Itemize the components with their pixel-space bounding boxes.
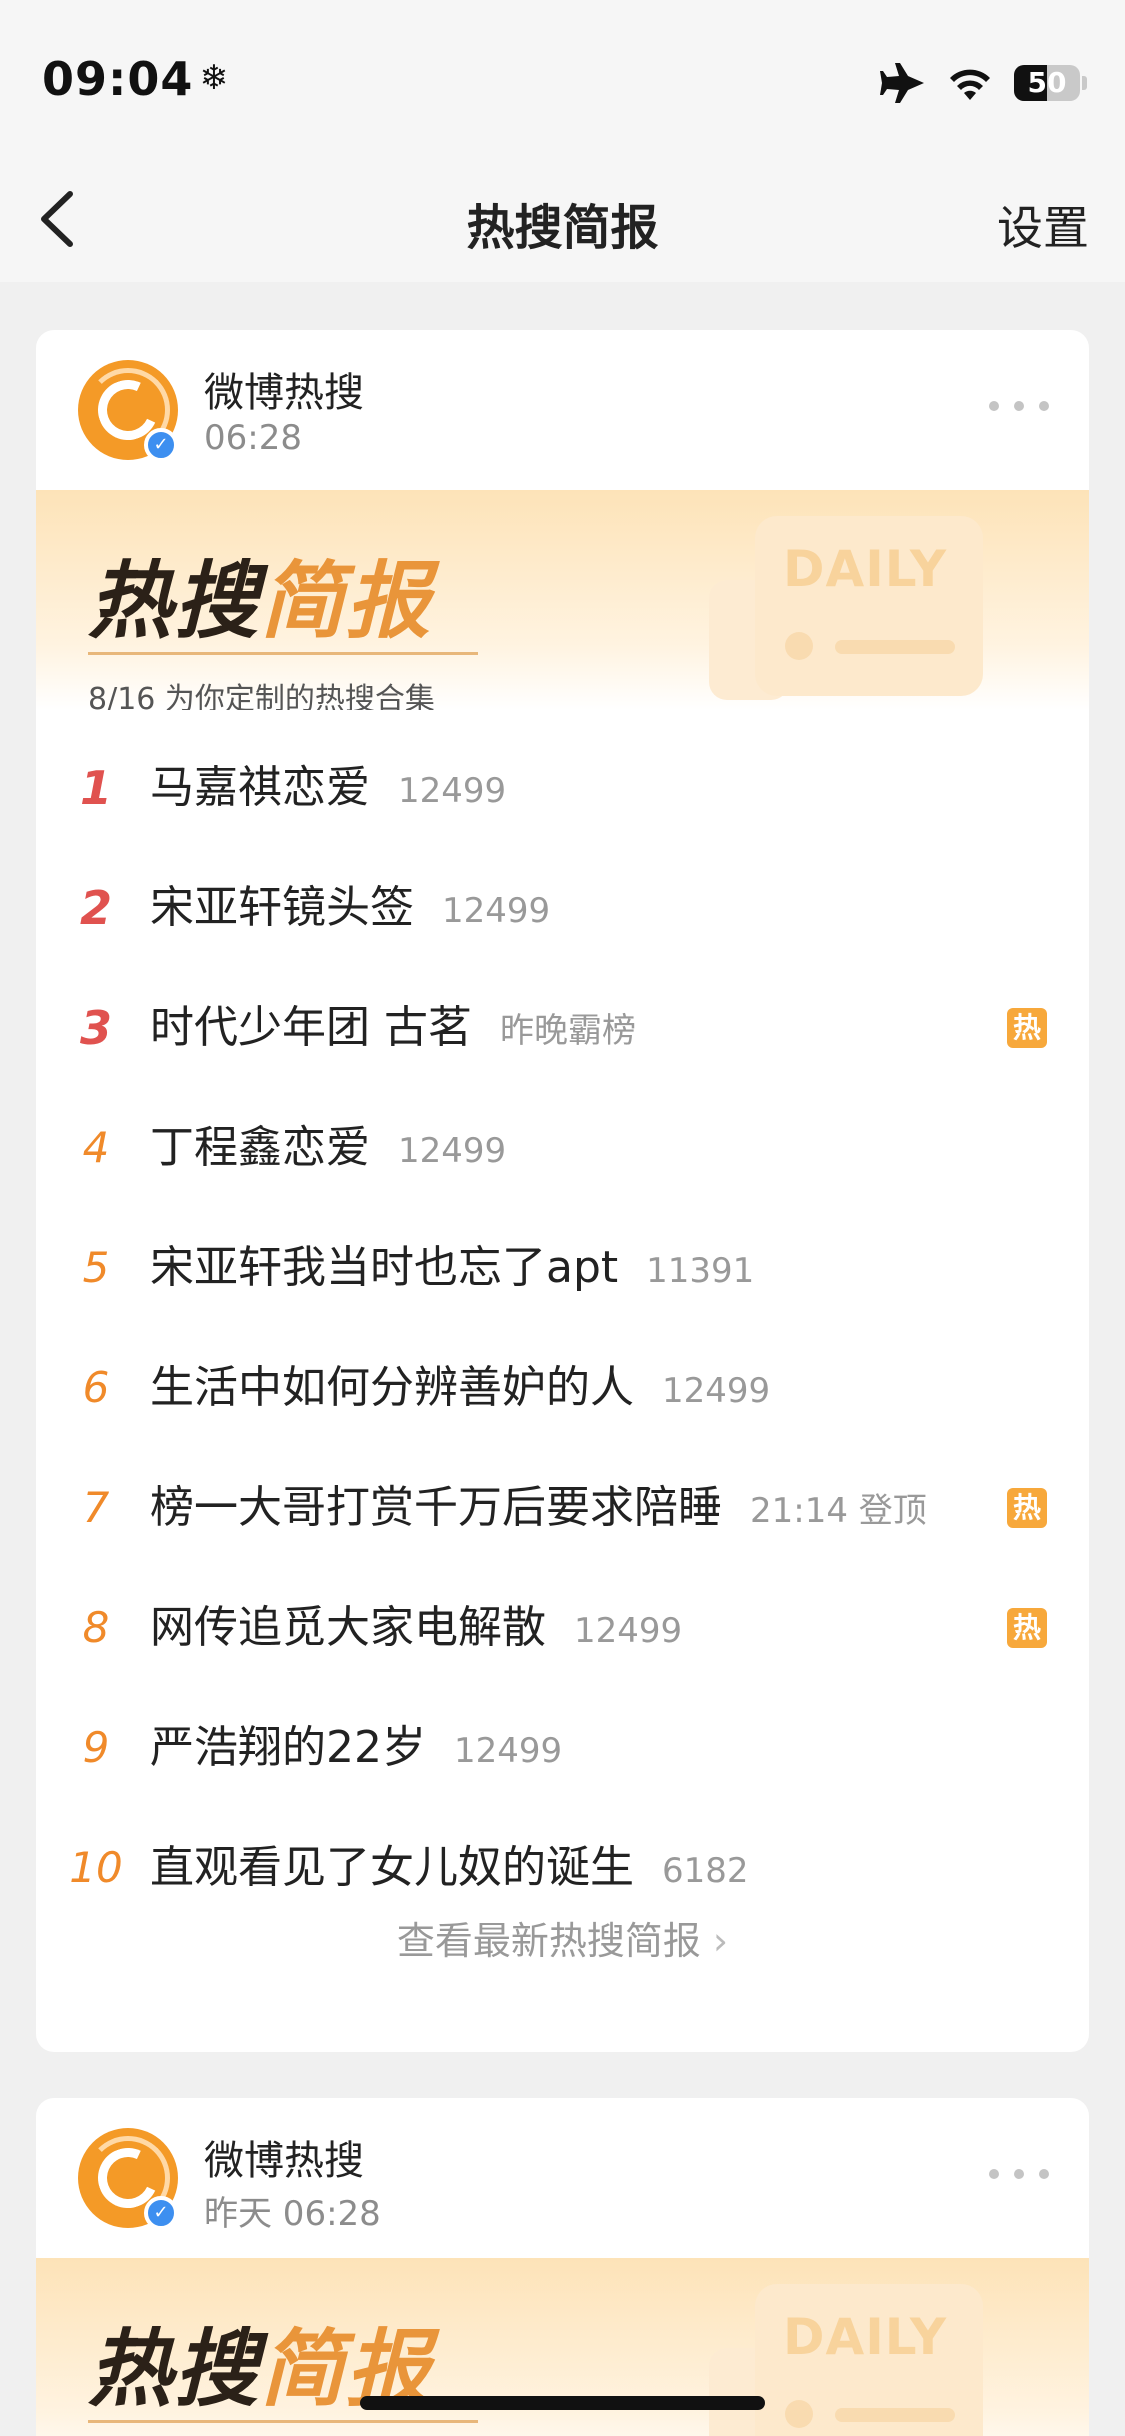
nav-bar: 热搜简报 设置 — [0, 160, 1125, 282]
hot-search-title: 宋亚轩镜头签 12499 — [150, 848, 550, 971]
hot-search-text: 榜一大哥打赏千万后要求陪睡 — [150, 1482, 722, 1533]
rank-number: 2 — [79, 881, 112, 935]
daily-illustration: DAILY — [755, 516, 983, 696]
verified-badge-icon: ✓ — [144, 2196, 178, 2230]
snow-icon: ❄ — [199, 58, 229, 98]
banner-title-part-1: 热搜 — [88, 552, 261, 650]
wifi-icon — [950, 69, 990, 100]
rank-number: 4 — [82, 1123, 110, 1172]
chevron-right-icon: › — [712, 1919, 729, 1963]
hot-search-meta: 21:14 登顶 — [750, 1491, 927, 1531]
view-latest-link[interactable]: 查看最新热搜简报 › — [36, 1910, 1089, 1965]
hot-search-title: 丁程鑫恋爱 12499 — [150, 1088, 506, 1211]
hot-search-text: 生活中如何分辨善妒的人 — [150, 1362, 634, 1413]
status-bar: 09:04 ❄ 50 — [0, 0, 1125, 160]
rank-number: 3 — [79, 1001, 112, 1055]
flame-icon — [785, 2400, 813, 2428]
verified-badge-icon: ✓ — [144, 428, 178, 462]
rank-number: 9 — [82, 1723, 110, 1772]
hot-search-meta: 6182 — [662, 1851, 749, 1891]
view-latest-label: 查看最新热搜简报 — [396, 1919, 701, 1963]
daily-line — [835, 2408, 955, 2422]
hot-search-meta: 12499 — [574, 1611, 683, 1651]
post-time: 昨天 06:28 — [204, 2194, 381, 2234]
hot-search-title: 宋亚轩我当时也忘了apt 11391 — [150, 1208, 754, 1331]
rank-number: 6 — [82, 1363, 110, 1412]
hot-search-title: 网传追觅大家电解散 12499 — [150, 1568, 682, 1691]
hot-search-title: 生活中如何分辨善妒的人 12499 — [150, 1328, 770, 1451]
hot-search-text: 马嘉祺恋爱 — [150, 762, 370, 813]
digest-card: ✓ 微博热搜 06:28 DAILY 热搜简报 8/16 为你定制的热搜合集 1… — [36, 330, 1089, 2052]
airplane-icon — [880, 63, 924, 103]
status-icons: 50 — [880, 58, 1087, 108]
hot-search-meta: 12499 — [662, 1371, 771, 1411]
rank-number: 8 — [82, 1603, 110, 1652]
hot-search-item[interactable]: 9 严浩翔的22岁 12499 — [36, 1688, 1089, 1808]
hot-search-meta: 12499 — [442, 891, 551, 931]
page-title: 热搜简报 — [466, 200, 659, 256]
flame-icon — [785, 632, 813, 660]
rank-number: 5 — [82, 1243, 110, 1292]
hot-search-text: 网传追觅大家电解散 — [150, 1602, 546, 1653]
hot-search-item[interactable]: 2 宋亚轩镜头签 12499 — [36, 848, 1089, 968]
banner-underline — [88, 2420, 478, 2423]
more-options-icon[interactable] — [989, 2164, 1049, 2184]
hot-search-item[interactable]: 3 时代少年团 古茗 昨晚霸榜 热 — [36, 968, 1089, 1088]
card-header: ✓ 微博热搜 06:28 — [36, 330, 1089, 490]
banner-underline — [88, 652, 478, 655]
hot-search-title: 榜一大哥打赏千万后要求陪睡 21:14 登顶 — [150, 1448, 927, 1571]
hot-badge: 热 — [1007, 1008, 1047, 1048]
hot-search-item[interactable]: 6 生活中如何分辨善妒的人 12499 — [36, 1328, 1089, 1448]
rank-number: 1 — [79, 761, 112, 815]
daily-line — [835, 640, 955, 654]
digest-card: ✓ 微博热搜 昨天 06:28 DAILY 热搜简报 — [36, 2098, 1089, 2436]
hot-search-text: 宋亚轩我当时也忘了apt — [150, 1242, 619, 1293]
hot-search-item[interactable]: 8 网传追觅大家电解散 12499 热 — [36, 1568, 1089, 1688]
daily-illustration: DAILY — [755, 2284, 983, 2436]
post-time: 06:28 — [204, 418, 302, 458]
account-name[interactable]: 微博热搜 — [204, 360, 364, 418]
hot-search-meta: 12499 — [398, 1131, 507, 1171]
hot-search-title: 时代少年团 古茗 昨晚霸榜 — [150, 968, 636, 1091]
hot-search-title: 马嘉祺恋爱 12499 — [150, 728, 506, 851]
hot-search-meta: 12499 — [454, 1731, 563, 1771]
digest-banner: DAILY 热搜简报 8/16 为你定制的热搜合集 — [36, 490, 1089, 710]
banner-subtitle: 8/16 为你定制的热搜合集 — [88, 682, 435, 710]
status-time: 09:04 ❄ — [42, 52, 229, 106]
battery-tip — [1082, 76, 1087, 90]
clock-text: 09:04 — [42, 52, 194, 106]
home-indicator[interactable] — [360, 2396, 765, 2410]
hot-search-text: 严浩翔的22岁 — [150, 1722, 426, 1773]
banner-title: 热搜简报 — [88, 534, 432, 655]
hot-search-meta: 昨晚霸榜 — [500, 1011, 636, 1051]
rank-number: 7 — [82, 1483, 110, 1532]
banner-title-part-1: 热搜 — [88, 2320, 261, 2418]
hot-badge: 热 — [1007, 1608, 1047, 1648]
hot-search-text: 时代少年团 古茗 — [150, 1002, 472, 1053]
hot-badge: 热 — [1007, 1488, 1047, 1528]
hot-search-meta: 12499 — [398, 771, 507, 811]
account-name[interactable]: 微博热搜 — [204, 2128, 364, 2186]
hot-search-item[interactable]: 1 马嘉祺恋爱 12499 — [36, 728, 1089, 848]
banner-title-part-2: 简报 — [260, 552, 433, 650]
hot-search-list: 1 马嘉祺恋爱 12499 2 宋亚轩镜头签 12499 3 时代少年团 古茗 昨晚霸榜热 4 丁程… — [36, 728, 1089, 1928]
hot-search-text: 丁程鑫恋爱 — [150, 1122, 370, 1173]
hot-search-item[interactable]: 4 丁程鑫恋爱 12499 — [36, 1088, 1089, 1208]
card-header: ✓ 微博热搜 昨天 06:28 — [36, 2098, 1089, 2258]
battery-level: 50 — [1027, 66, 1067, 99]
more-options-icon[interactable] — [989, 396, 1049, 416]
hot-search-item[interactable]: 5 宋亚轩我当时也忘了apt 11391 — [36, 1208, 1089, 1328]
hot-search-text: 直观看见了女儿奴的诞生 — [150, 1842, 634, 1893]
settings-button[interactable]: 设置 — [997, 192, 1089, 258]
hot-search-text: 宋亚轩镜头签 — [150, 882, 414, 933]
hot-search-title: 严浩翔的22岁 12499 — [150, 1688, 562, 1811]
hot-search-item[interactable]: 7 榜一大哥打赏千万后要求陪睡 21:14 登顶 热 — [36, 1448, 1089, 1568]
daily-label: DAILY — [783, 2308, 948, 2366]
daily-label: DAILY — [783, 540, 948, 598]
hot-search-meta: 11391 — [646, 1251, 755, 1291]
battery-icon: 50 — [1014, 65, 1080, 101]
